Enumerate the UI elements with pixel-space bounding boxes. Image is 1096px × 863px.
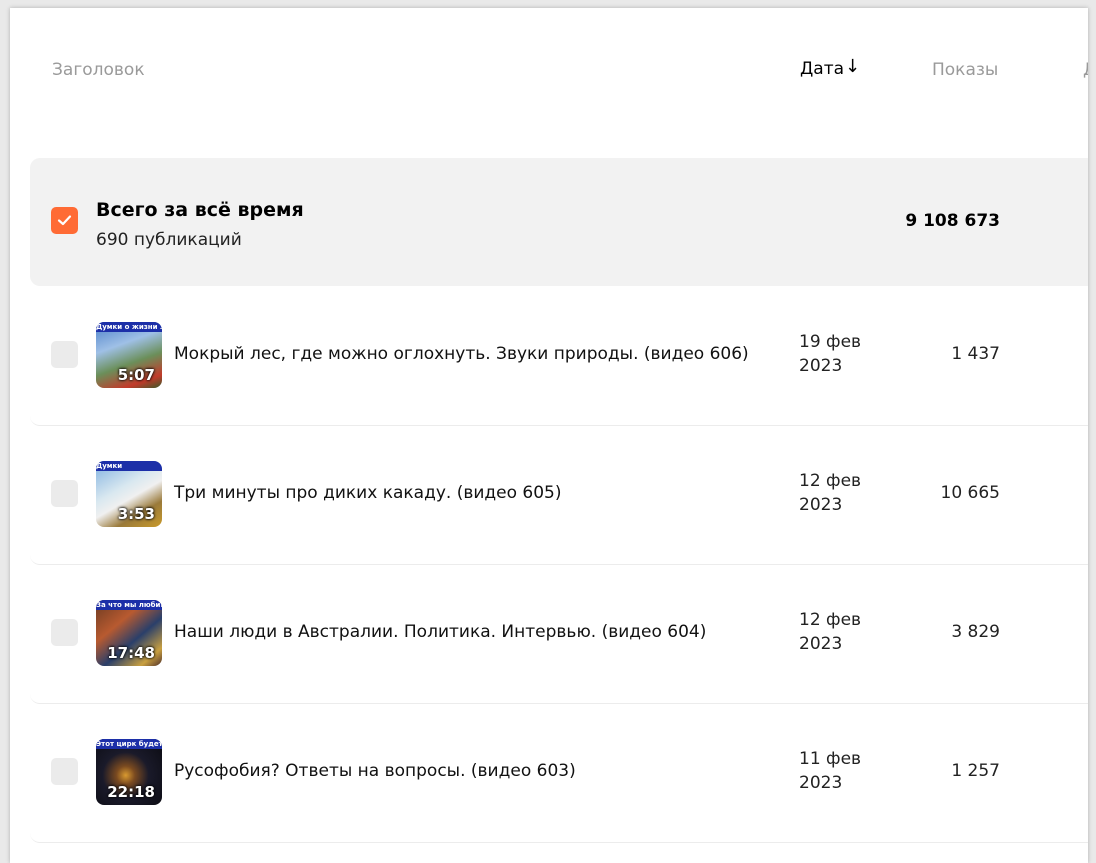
video-duration: 5:07 — [117, 366, 155, 384]
column-header-title[interactable]: Заголовок — [52, 59, 145, 81]
thumbnail-caption: Этот цирк будет со — [96, 739, 162, 749]
publish-date-year: 2023 — [799, 495, 843, 515]
video-duration: 17:48 — [107, 644, 155, 662]
table-row[interactable]: За что мы любим 17:48 Наши люди в Австра… — [30, 564, 1088, 704]
publish-date-day: 11 фев — [799, 749, 862, 769]
publish-date-year: 2023 — [799, 634, 843, 654]
publish-date-day: 19 фев — [799, 332, 862, 352]
views-count: 3 829 — [951, 622, 1000, 642]
thumbnail-caption: Думки — [96, 461, 162, 471]
sort-arrow-down-icon: ↓ — [845, 56, 861, 77]
publish-date: 11 фев 2023 — [799, 747, 879, 795]
views-count: 1 437 — [951, 344, 1000, 364]
row-checkbox[interactable] — [51, 619, 78, 646]
total-publications-count: 690 публикаций — [96, 230, 242, 250]
column-header-views[interactable]: Показы — [932, 59, 998, 81]
column-header-date[interactable]: Дата↓ — [800, 56, 861, 80]
total-title: Всего за всё время — [96, 199, 304, 221]
video-thumbnail[interactable]: Думки о жизни за океаном 5:07 — [96, 322, 162, 388]
publish-date: 12 фев 2023 — [799, 469, 879, 517]
column-header-next[interactable]: Д — [1083, 59, 1088, 81]
total-summary-row: Всего за всё время 690 публикаций 9 108 … — [30, 158, 1088, 286]
table-row[interactable]: Думки о жизни за океаном 5:07 Мокрый лес… — [30, 286, 1088, 426]
publish-date: 19 фев 2023 — [799, 330, 879, 378]
table-row[interactable]: Этот цирк будет со 22:18 Русофобия? Отве… — [30, 703, 1088, 843]
video-thumbnail[interactable]: Этот цирк будет со 22:18 — [96, 739, 162, 805]
publish-date-year: 2023 — [799, 356, 843, 376]
video-thumbnail[interactable]: Думки 3:53 — [96, 461, 162, 527]
video-title[interactable]: Наши люди в Австралии. Политика. Интервь… — [174, 621, 706, 643]
thumbnail-caption: Думки о жизни за океаном — [96, 322, 162, 332]
video-title[interactable]: Три минуты про диких какаду. (видео 605) — [174, 482, 562, 504]
video-title[interactable]: Мокрый лес, где можно оглохнуть. Звуки п… — [174, 343, 749, 365]
video-duration: 3:53 — [117, 505, 155, 523]
publish-date-day: 12 фев — [799, 610, 862, 630]
row-checkbox[interactable] — [51, 480, 78, 507]
publications-table: Заголовок Дата↓ Показы Д Всего за всё вр… — [10, 8, 1088, 863]
publish-date: 12 фев 2023 — [799, 608, 879, 656]
views-count: 1 257 — [951, 761, 1000, 781]
column-header-date-label: Дата — [800, 59, 845, 79]
table-row[interactable]: Думки 3:53 Три минуты про диких какаду. … — [30, 425, 1088, 565]
views-count: 10 665 — [940, 483, 1000, 503]
thumbnail-caption: За что мы любим — [96, 600, 162, 610]
row-checkbox[interactable] — [51, 758, 78, 785]
publish-date-year: 2023 — [799, 773, 843, 793]
check-icon — [57, 215, 72, 226]
video-duration: 22:18 — [107, 783, 155, 801]
video-thumbnail[interactable]: За что мы любим 17:48 — [96, 600, 162, 666]
select-all-checkbox[interactable] — [51, 207, 78, 234]
row-checkbox[interactable] — [51, 341, 78, 368]
publish-date-day: 12 фев — [799, 471, 862, 491]
total-views: 9 108 673 — [905, 211, 1000, 231]
video-title[interactable]: Русофобия? Ответы на вопросы. (видео 603… — [174, 760, 576, 782]
